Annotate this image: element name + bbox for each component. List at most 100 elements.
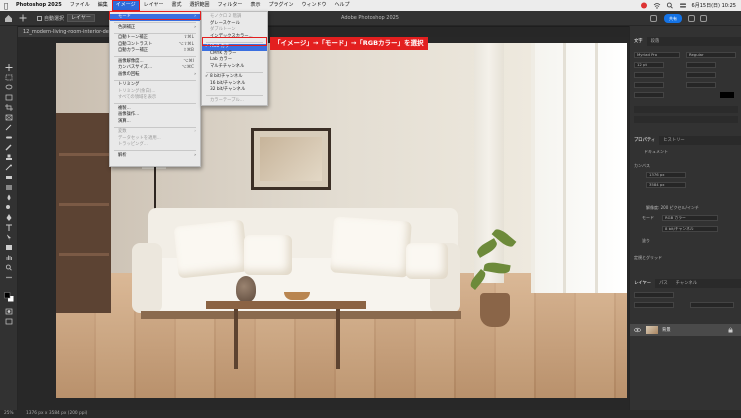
font-size-field[interactable]: 12 pt — [634, 62, 664, 68]
mode-menu-item-label: 8 bit/チャンネル — [210, 74, 243, 79]
font-style-select[interactable]: Regular — [686, 52, 736, 58]
kerning-field[interactable] — [634, 72, 664, 78]
image-menu-item-label: 解析 — [118, 152, 127, 158]
image-menu-item[interactable]: 解析 › — [110, 153, 200, 160]
image-menu-item[interactable]: 画像の回転 › — [110, 72, 200, 79]
pen-tool-icon[interactable] — [5, 214, 13, 221]
canvas-height-field[interactable]: 3584 px — [646, 182, 686, 188]
brush-tool-icon[interactable] — [5, 144, 13, 151]
menu-layer[interactable]: レイヤー — [140, 0, 168, 11]
healing-brush-icon[interactable] — [5, 134, 13, 141]
tab-channels[interactable]: チャンネル — [672, 279, 701, 288]
instruction-callout: 「イメージ」→「モード」→「RGBカラー」を選択 — [270, 37, 428, 50]
clone-stamp-icon[interactable] — [5, 154, 13, 161]
tab-history[interactable]: ヒストリー — [659, 136, 688, 145]
blend-mode-select[interactable] — [634, 302, 674, 308]
mode-select[interactable]: RGB カラー — [662, 215, 718, 221]
apple-icon[interactable]:  — [0, 2, 12, 10]
text-style-buttons[interactable] — [634, 106, 738, 113]
image-menu-item[interactable]: 自動カラー補正 ⇧⌘B — [110, 48, 200, 55]
layer-filter-select[interactable] — [634, 292, 674, 298]
visibility-eye-icon[interactable] — [634, 327, 641, 333]
frame-tool-icon[interactable] — [5, 114, 13, 121]
autoselect-checkbox[interactable]: 自動選択 — [37, 15, 64, 22]
baseline-shift-field[interactable] — [634, 92, 664, 98]
mode-menu-item: カラーテーブル... — [202, 98, 267, 105]
menu-plugins[interactable]: プラグイン — [264, 0, 297, 11]
tab-properties[interactable]: プロパティ — [630, 136, 660, 145]
eyedropper-tool-icon[interactable] — [5, 124, 13, 131]
submenu-arrow-icon: › — [194, 24, 196, 30]
tab-paths[interactable]: パス — [655, 279, 672, 288]
creative-cloud-icon[interactable] — [640, 2, 648, 9]
move-tool-icon[interactable] — [5, 64, 13, 71]
image-menu-item-label: 演算... — [118, 118, 131, 124]
menu-window[interactable]: ウィンドウ — [297, 0, 330, 11]
photo-pillow — [330, 216, 412, 278]
tracking-field[interactable] — [686, 72, 716, 78]
home-icon[interactable] — [4, 14, 13, 23]
window-mullion — [595, 43, 598, 293]
type-tool-icon[interactable] — [5, 224, 13, 231]
blur-tool-icon[interactable] — [5, 194, 13, 201]
wifi-icon[interactable] — [653, 2, 661, 9]
menu-separator — [114, 32, 196, 34]
hand-tool-icon[interactable] — [5, 254, 13, 261]
zoom-tool-icon[interactable] — [5, 264, 13, 271]
path-select-icon[interactable] — [5, 234, 13, 241]
control-center-icon[interactable] — [679, 2, 687, 9]
search-icon[interactable] — [666, 2, 674, 9]
mode-menu-item[interactable]: マルチチャンネル — [202, 64, 267, 71]
image-menu-item[interactable]: 演算... — [110, 119, 200, 126]
layer-thumbnail — [646, 326, 658, 334]
color-swatches-icon[interactable] — [4, 292, 14, 302]
bit-depth-select[interactable]: 8 bit/チャンネル — [662, 226, 718, 232]
autoselect-target-select[interactable]: レイヤー — [67, 14, 95, 22]
font-family-select[interactable]: Myriad Pro — [634, 52, 680, 58]
layer-row-background[interactable]: 背景 — [630, 324, 741, 336]
language-select[interactable] — [634, 116, 738, 123]
horizontal-scale-field[interactable] — [686, 82, 716, 88]
search-icon[interactable] — [650, 15, 657, 22]
vertical-scale-field[interactable] — [634, 82, 664, 88]
move-tool-icon[interactable] — [19, 14, 27, 22]
menu-help[interactable]: ヘルプ — [330, 0, 353, 11]
lasso-tool-icon[interactable] — [5, 84, 13, 91]
mode-menu-item-label: CMYK カラー — [210, 50, 237, 56]
workspace-icon[interactable] — [700, 15, 707, 22]
object-select-tool-icon[interactable] — [5, 94, 13, 101]
mode-menu-item[interactable]: 32 bit/チャンネル — [202, 87, 267, 94]
leading-field[interactable] — [686, 62, 716, 68]
crop-tool-icon[interactable] — [5, 104, 13, 111]
image-menu-item[interactable]: 色調補正 › — [110, 25, 200, 32]
dodge-tool-icon[interactable] — [5, 204, 13, 211]
app-menu[interactable]: Photoshop 2025 — [12, 0, 66, 11]
opacity-field[interactable] — [690, 302, 734, 308]
share-button[interactable]: 共有 — [664, 14, 682, 23]
text-color-swatch[interactable] — [720, 92, 734, 98]
image-menu-item-label: トラッピング... — [118, 142, 148, 147]
menu-select[interactable]: 選択範囲 — [186, 0, 214, 11]
layers-panel-tabs: レイヤー パス チャンネル — [630, 279, 741, 288]
gradient-tool-icon[interactable] — [5, 184, 13, 191]
eraser-tool-icon[interactable] — [5, 174, 13, 181]
menu-view[interactable]: 表示 — [246, 0, 264, 11]
history-brush-icon[interactable] — [5, 164, 13, 171]
menu-filter[interactable]: フィルター — [214, 0, 247, 11]
menu-file[interactable]: ファイル — [66, 0, 94, 11]
tab-paragraph[interactable]: 段落 — [647, 37, 664, 46]
menu-image[interactable]: イメージ — [111, 0, 140, 11]
quick-mask-icon[interactable] — [5, 308, 13, 315]
discover-icon[interactable] — [688, 15, 695, 22]
canvas-section-label: カンバス — [634, 163, 650, 168]
rectangle-tool-icon[interactable] — [5, 244, 13, 251]
tab-layers[interactable]: レイヤー — [630, 279, 656, 288]
tab-character[interactable]: 文字 — [630, 37, 647, 46]
screen-mode-icon[interactable] — [5, 318, 13, 325]
canvas-width-field[interactable]: 1376 px — [646, 172, 686, 178]
menu-edit[interactable]: 編集 — [94, 0, 112, 11]
marquee-tool-icon[interactable] — [5, 74, 13, 81]
zoom-level[interactable]: 25% — [4, 410, 14, 418]
menu-type[interactable]: 書式 — [168, 0, 186, 11]
more-tools-icon[interactable] — [5, 274, 13, 281]
